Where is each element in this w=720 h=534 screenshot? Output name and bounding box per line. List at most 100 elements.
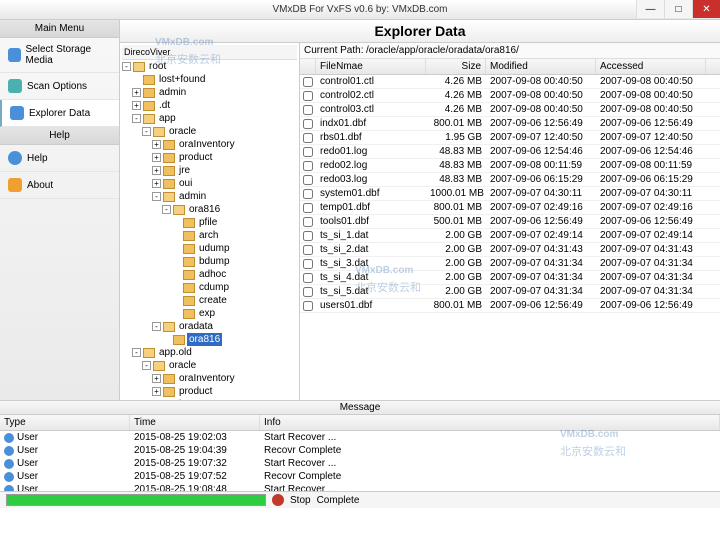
sidebar-item-help[interactable]: Help [0, 145, 119, 172]
expand-toggle[interactable]: + [152, 166, 161, 175]
file-checkbox[interactable] [303, 217, 313, 227]
tree-node[interactable]: oraInventory [177, 372, 237, 385]
file-row[interactable]: ts_si_4.dat2.00 GB2007-09-07 04:31:34200… [300, 271, 720, 285]
file-checkbox[interactable] [303, 231, 313, 241]
tree-node[interactable]: arch [197, 229, 220, 242]
file-checkbox[interactable] [303, 203, 313, 213]
message-row[interactable]: User2015-08-25 19:07:32Start Recover ... [0, 457, 720, 470]
message-rows[interactable]: User2015-08-25 19:02:03Start Recover ...… [0, 431, 720, 491]
file-row[interactable]: control03.ctl4.26 MB2007-09-08 00:40:502… [300, 103, 720, 117]
maximize-button[interactable]: □ [664, 0, 692, 18]
file-checkbox[interactable] [303, 77, 313, 87]
tree-node[interactable]: udump [197, 242, 232, 255]
col-time[interactable]: Time [130, 415, 260, 430]
expand-toggle[interactable]: - [142, 127, 151, 136]
expand-toggle[interactable]: - [132, 348, 141, 357]
file-checkbox[interactable] [303, 301, 313, 311]
tree-node[interactable]: product [177, 385, 214, 398]
tree-node[interactable]: ora816 [187, 203, 222, 216]
expand-toggle[interactable]: + [152, 153, 161, 162]
tree-node[interactable]: oracle [167, 359, 198, 372]
tree-node[interactable]: pfile [197, 216, 219, 229]
expand-toggle[interactable]: + [152, 374, 161, 383]
directory-tree[interactable]: DirecoViver -root lost+found +admin +.dt… [120, 43, 300, 400]
expand-toggle[interactable]: - [132, 114, 141, 123]
tree-node-selected[interactable]: ora816 [187, 333, 222, 346]
file-row[interactable]: ts_si_3.dat2.00 GB2007-09-07 04:31:34200… [300, 257, 720, 271]
file-row[interactable]: rbs01.dbf1.95 GB2007-09-07 12:40:502007-… [300, 131, 720, 145]
expand-toggle[interactable]: - [152, 192, 161, 201]
tree-node[interactable]: oradata [177, 320, 215, 333]
file-checkbox[interactable] [303, 161, 313, 171]
tree-node[interactable]: adhoc [197, 268, 228, 281]
message-row[interactable]: User2015-08-25 19:04:39Recovr Complete [0, 444, 720, 457]
tree-node[interactable]: admin [177, 190, 208, 203]
close-button[interactable]: ✕ [692, 0, 720, 18]
file-row[interactable]: control01.ctl4.26 MB2007-09-08 00:40:502… [300, 75, 720, 89]
file-checkbox[interactable] [303, 287, 313, 297]
file-row[interactable]: system01.dbf1000.01 MB2007-09-07 04:30:1… [300, 187, 720, 201]
col-info[interactable]: Info [260, 415, 720, 430]
col-modified[interactable]: Modified [486, 59, 596, 74]
sidebar-item-explorer-data[interactable]: Explorer Data [0, 100, 119, 127]
tree-node[interactable]: jre [177, 398, 192, 400]
tree-node[interactable]: product [177, 151, 214, 164]
tree-node[interactable]: bdump [197, 255, 232, 268]
file-row[interactable]: ts_si_2.dat2.00 GB2007-09-07 04:31:43200… [300, 243, 720, 257]
tree-node[interactable]: .dt [157, 99, 172, 112]
expand-toggle[interactable]: + [152, 140, 161, 149]
file-row[interactable]: control02.ctl4.26 MB2007-09-08 00:40:502… [300, 89, 720, 103]
file-row[interactable]: indx01.dbf800.01 MB2007-09-06 12:56:4920… [300, 117, 720, 131]
tree-node[interactable]: root [147, 60, 168, 73]
message-row[interactable]: User2015-08-25 19:08:48Start Recover ... [0, 483, 720, 491]
file-checkbox[interactable] [303, 245, 313, 255]
expand-toggle[interactable]: + [132, 101, 141, 110]
tree-node[interactable]: cdump [197, 281, 231, 294]
tree-node[interactable]: app [157, 112, 178, 125]
file-row[interactable]: ts_si_5.dat2.00 GB2007-09-07 04:31:34200… [300, 285, 720, 299]
col-size[interactable]: Size [426, 59, 486, 74]
file-row[interactable]: redo03.log48.83 MB2007-09-06 06:15:29200… [300, 173, 720, 187]
expand-toggle[interactable]: - [152, 322, 161, 331]
tree-node[interactable]: oraInventory [177, 138, 237, 151]
tree-node[interactable]: jre [177, 164, 192, 177]
file-checkbox[interactable] [303, 133, 313, 143]
message-row[interactable]: User2015-08-25 19:02:03Start Recover ... [0, 431, 720, 444]
file-row[interactable]: temp01.dbf800.01 MB2007-09-07 02:49:1620… [300, 201, 720, 215]
expand-toggle[interactable]: + [132, 88, 141, 97]
expand-toggle[interactable]: - [142, 361, 151, 370]
file-checkbox[interactable] [303, 105, 313, 115]
minimize-button[interactable]: — [636, 0, 664, 18]
expand-toggle[interactable]: + [152, 387, 161, 396]
file-checkbox[interactable] [303, 175, 313, 185]
tree-node[interactable]: lost+found [157, 73, 207, 86]
tree-node[interactable]: admin [157, 86, 188, 99]
stop-button[interactable]: Stop [290, 495, 311, 506]
file-row[interactable]: ts_si_1.dat2.00 GB2007-09-07 02:49:14200… [300, 229, 720, 243]
col-name[interactable]: FileNmae [316, 59, 426, 74]
file-checkbox[interactable] [303, 119, 313, 129]
file-rows[interactable]: control01.ctl4.26 MB2007-09-08 00:40:502… [300, 75, 720, 400]
file-row[interactable]: tools01.dbf500.01 MB2007-09-06 12:56:492… [300, 215, 720, 229]
col-accessed[interactable]: Accessed [596, 59, 706, 74]
file-row[interactable]: redo02.log48.83 MB2007-09-08 00:11:59200… [300, 159, 720, 173]
tree-node[interactable]: oui [177, 177, 194, 190]
tree-node[interactable]: oracle [167, 125, 198, 138]
tree-node[interactable]: create [197, 294, 229, 307]
file-row[interactable]: users01.dbf800.01 MB2007-09-06 12:56:492… [300, 299, 720, 313]
sidebar-item-about[interactable]: About [0, 172, 119, 199]
message-row[interactable]: User2015-08-25 19:07:52Recovr Complete [0, 470, 720, 483]
tree-node[interactable]: exp [197, 307, 217, 320]
file-checkbox[interactable] [303, 147, 313, 157]
file-checkbox[interactable] [303, 259, 313, 269]
col-type[interactable]: Type [0, 415, 130, 430]
expand-toggle[interactable]: + [152, 179, 161, 188]
sidebar-item-select-storage[interactable]: Select Storage Media [0, 38, 119, 73]
expand-toggle[interactable]: - [162, 205, 171, 214]
sidebar-item-scan-options[interactable]: Scan Options [0, 73, 119, 100]
file-checkbox[interactable] [303, 189, 313, 199]
tree-node[interactable]: app.old [157, 346, 194, 359]
file-checkbox[interactable] [303, 273, 313, 283]
file-row[interactable]: redo01.log48.83 MB2007-09-06 12:54:46200… [300, 145, 720, 159]
file-checkbox[interactable] [303, 91, 313, 101]
